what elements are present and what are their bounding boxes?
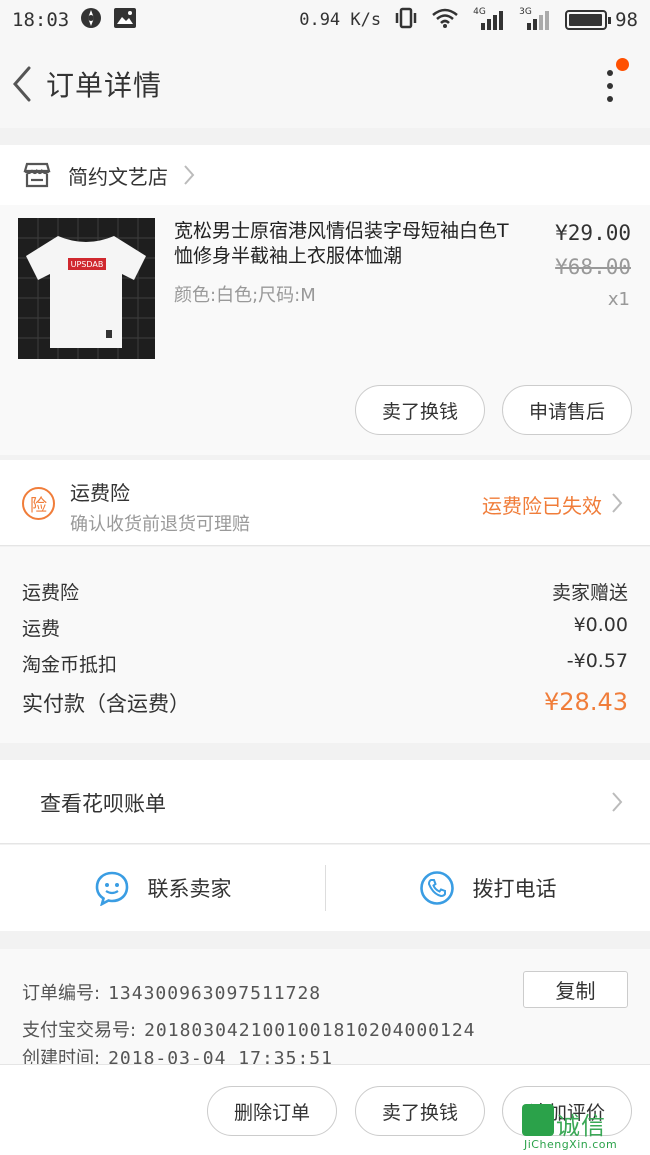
divider [325, 865, 326, 911]
status-bar: 18:03 0.94 K/s 4G 3G 98 [0, 0, 650, 40]
total-value: ¥28.43 [544, 688, 628, 716]
watermark-url: JiChengXin.com [524, 1138, 618, 1151]
order-info: 订单编号: 134300963097511728 复制 支付宝交易号: 201803… [0, 949, 650, 1069]
order-number-line: 订单编号: 134300963097511728 [22, 979, 321, 1005]
fee-label: 运费 [22, 618, 61, 640]
fee-value: ¥0.00 [573, 614, 628, 636]
battery-level: 98 [615, 9, 638, 31]
insurance-icon: 险 [22, 487, 55, 520]
chevron-left-icon [13, 66, 31, 102]
shop-name: 简约文艺店 [68, 164, 168, 189]
resell-button[interactable]: 卖了换钱 [355, 385, 485, 435]
fee-summary: 运费险 卖家赠送 运费 ¥0.00 淘金币抵扣 -¥0.57 实付款（含运费） … [0, 547, 650, 743]
signal-4g-icon: 4G [473, 7, 505, 31]
network-speed: 0.94 K/s [299, 10, 382, 30]
call-phone-button[interactable]: 拨打电话 [325, 845, 650, 931]
insurance-status: 运费险已失效 [482, 494, 602, 518]
total-label: 实付款（含运费） [22, 692, 190, 716]
original-price: ¥68.00 [555, 255, 631, 279]
insurance-subtitle: 确认收货前退货可理赔 [70, 514, 250, 535]
alipay-trade-line: 支付宝交易号: 2018030421001001810204000124 [22, 1016, 476, 1042]
product-title: 宽松男士原宿港风情侣装字母短袖白色T恤修身半截袖上衣服体恤潮 [174, 220, 509, 267]
watermark-emblem-icon [522, 1104, 554, 1136]
thumb-print-text: UPSDAB [71, 260, 104, 269]
back-button[interactable] [2, 40, 42, 128]
chevron-right-icon [612, 792, 623, 812]
notification-badge [616, 58, 629, 71]
contact-seller-button[interactable]: 联系卖家 [0, 845, 325, 931]
wifi-icon [431, 7, 459, 34]
resell-bottom-button[interactable]: 卖了换钱 [355, 1086, 485, 1136]
fee-value: 卖家赠送 [551, 582, 628, 604]
fee-label: 运费险 [22, 582, 80, 604]
battery-icon [565, 10, 612, 30]
more-dot [607, 83, 613, 89]
alipay-trade-number[interactable]: 2018030421001001810204000124 [144, 1020, 475, 1041]
store-icon [23, 162, 51, 188]
shop-row[interactable]: 简约文艺店 [0, 145, 650, 205]
vibrate-icon [395, 7, 417, 34]
order-number-label: 订单编号: [22, 983, 101, 1004]
chevron-right-icon [184, 165, 195, 185]
status-time: 18:03 [12, 9, 70, 31]
fee-row-insurance: 运费险 卖家赠送 [22, 578, 628, 605]
phone-icon [419, 871, 454, 905]
fee-label: 淘金币抵扣 [22, 654, 118, 676]
delete-order-button[interactable]: 删除订单 [207, 1086, 337, 1136]
watermark-text: 诚信 [556, 1112, 606, 1140]
insurance-title: 运费险 [70, 481, 130, 505]
after-sales-button[interactable]: 申请售后 [502, 385, 632, 435]
fee-value: -¥0.57 [566, 650, 628, 672]
app-notification-icon [79, 6, 103, 35]
more-dots-icon [607, 70, 613, 76]
page-title: 订单详情 [46, 69, 163, 102]
huabei-bill-row[interactable]: 查看花呗账单 [0, 760, 650, 844]
copy-order-number-button[interactable]: 复制 [523, 971, 628, 1008]
contact-seller-label: 联系卖家 [147, 877, 232, 901]
contact-row: 联系卖家 拨打电话 [0, 845, 650, 931]
total-paid-row: 实付款（含运费） ¥28.43 [22, 688, 628, 718]
nav-bar: 订单详情 [0, 40, 650, 128]
shipping-insurance-row[interactable]: 险 运费险 确认收货前退货可理赔 运费险已失效 [0, 460, 650, 546]
product-thumbnail[interactable]: UPSDAB [18, 218, 155, 359]
fee-row-coins: 淘金币抵扣 -¥0.57 [22, 650, 628, 677]
image-notification-icon [113, 7, 137, 34]
order-item[interactable]: UPSDAB 宽松男士原宿港风情侣装字母短袖白色T恤修身半截袖上衣服体恤潮 颜色… [0, 205, 650, 455]
chat-bubble-icon [95, 871, 128, 906]
call-phone-label: 拨打电话 [472, 877, 557, 901]
alipay-label: 支付宝交易号: [22, 1020, 137, 1041]
order-number[interactable]: 134300963097511728 [108, 983, 321, 1004]
chevron-right-icon [612, 493, 623, 513]
more-dot [607, 96, 613, 102]
product-quantity: x1 [607, 289, 630, 310]
watermark-logo: 诚信 JiChengXin.com [520, 1104, 642, 1151]
fee-row-shipping: 运费 ¥0.00 [22, 614, 628, 641]
signal-3g-icon: 3G [519, 7, 551, 31]
product-price: ¥29.00 [555, 221, 631, 245]
product-sku: 颜色:白色;尺码:M [174, 285, 316, 306]
huabei-bill-label: 查看花呗账单 [40, 792, 166, 816]
more-menu-button[interactable] [594, 58, 630, 110]
